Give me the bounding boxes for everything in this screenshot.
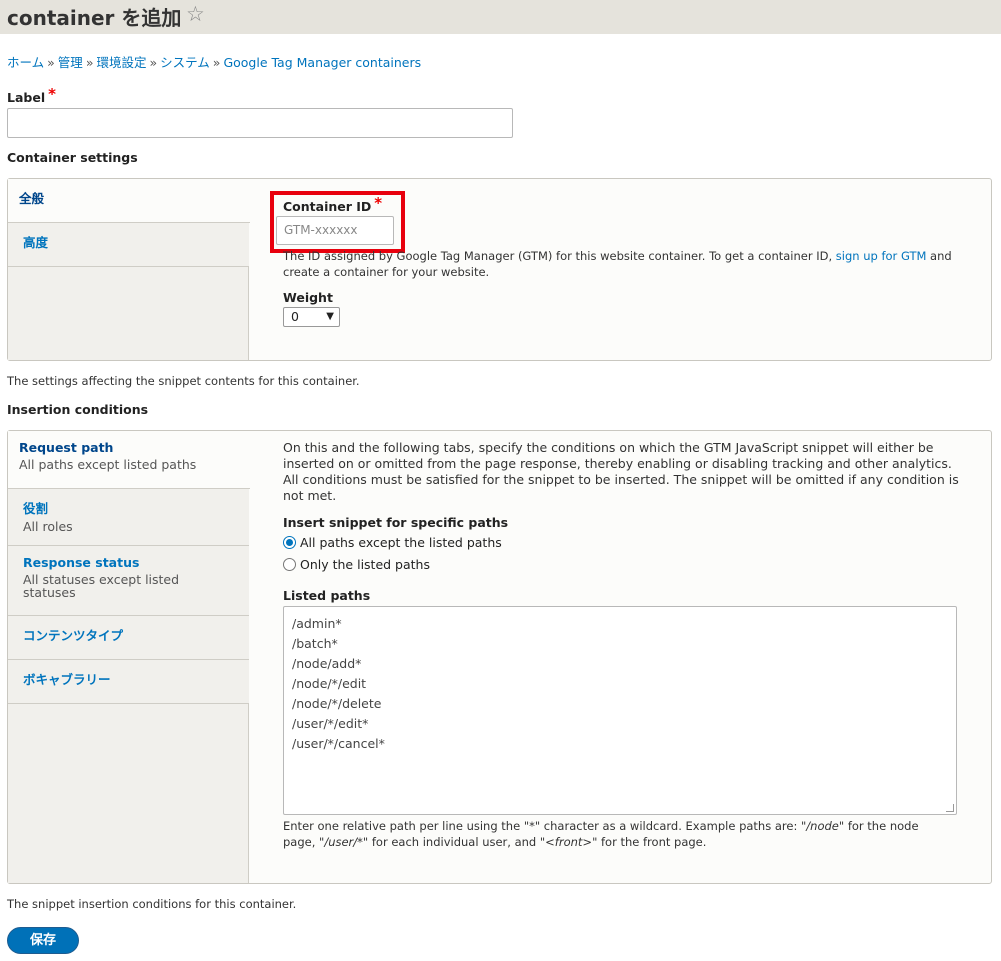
insertion-conditions-title: Insertion conditions — [7, 402, 149, 417]
label-text: Label — [7, 90, 46, 105]
help-text: Enter one relative path per line using t… — [283, 819, 807, 833]
listed-path-line: /node/add* — [292, 656, 362, 671]
weight-select-value: 0 — [291, 309, 299, 324]
listed-paths-help: Enter one relative path per line using t… — [283, 818, 953, 850]
star-outline-icon[interactable]: ☆ — [186, 2, 205, 26]
insertion-intro-text: On this and the following tabs, specify … — [283, 440, 959, 503]
breadcrumb-separator: » — [212, 55, 221, 70]
radio-unchecked-icon[interactable] — [283, 558, 296, 571]
help-example-front: <front> — [545, 835, 593, 849]
listed-path-line: /node/*/edit — [292, 676, 367, 691]
container-id-description-text: The ID assigned by Google Tag Manager (G… — [283, 249, 836, 263]
help-text: " for each individual user, and " — [362, 835, 546, 849]
breadcrumb-separator: » — [149, 55, 158, 70]
radio-checked-icon[interactable] — [283, 536, 296, 549]
tab-advanced[interactable]: 高度 — [8, 223, 249, 267]
listed-path-line: /user/*/edit* — [292, 716, 369, 731]
dropdown-arrow-icon: ▼ — [326, 311, 334, 322]
radio-all-except-listed[interactable]: All paths except the listed paths — [283, 535, 502, 550]
tab-content-types[interactable]: コンテンツタイプ — [8, 616, 249, 660]
tab-roles-summary: All roles — [23, 519, 73, 534]
help-example-user: /user/* — [324, 835, 363, 849]
help-example-node: /node — [806, 819, 839, 833]
breadcrumb-link-admin[interactable]: 管理 — [58, 55, 83, 70]
highlight-box — [270, 191, 405, 253]
required-marker: * — [48, 85, 56, 103]
listed-paths-textarea[interactable]: /admin* /batch* /node/add* /node/*/edit … — [283, 606, 957, 815]
tab-roles-label: 役割 — [23, 501, 49, 516]
tab-general[interactable]: 全般 — [8, 179, 250, 223]
breadcrumb-link-config[interactable]: 環境設定 — [96, 55, 146, 70]
radio-only-listed-label: Only the listed paths — [300, 557, 430, 572]
breadcrumb-separator: » — [85, 55, 94, 70]
label-field-label: Label * — [7, 85, 56, 106]
container-settings-title: Container settings — [7, 150, 138, 165]
tab-vocabularies[interactable]: ボキャブラリー — [8, 660, 249, 704]
tab-general-label: 全般 — [19, 191, 45, 206]
tab-request-path[interactable]: Request path All paths except listed pat… — [8, 431, 250, 489]
listed-paths-label: Listed paths — [283, 588, 371, 603]
sign-up-gtm-link[interactable]: sign up for GTM — [836, 249, 927, 263]
listed-path-line: /batch* — [292, 636, 338, 651]
listed-path-line: /admin* — [292, 616, 342, 631]
radio-only-listed[interactable]: Only the listed paths — [283, 557, 430, 572]
page-header: container を追加 ☆ — [0, 0, 1001, 34]
help-text: " for the front page. — [592, 835, 707, 849]
resize-grip-icon[interactable] — [946, 804, 954, 812]
weight-select[interactable]: 0 ▼ — [283, 307, 340, 327]
container-id-description: The ID assigned by Google Tag Manager (G… — [283, 248, 953, 280]
tab-request-path-summary: All paths except listed paths — [19, 457, 197, 472]
tab-request-path-label: Request path — [19, 440, 114, 455]
listed-path-line: /node/*/delete — [292, 696, 382, 711]
tab-advanced-label: 高度 — [23, 235, 49, 250]
breadcrumb-separator: » — [47, 55, 55, 70]
tab-response-status-label: Response status — [23, 555, 140, 570]
save-button[interactable]: 保存 — [7, 927, 79, 954]
insert-snippet-label: Insert snippet for specific paths — [283, 515, 509, 530]
container-settings-description: The settings affecting the snippet conte… — [7, 374, 360, 388]
tab-response-status[interactable]: Response status All statuses except list… — [8, 546, 249, 616]
weight-label: Weight — [283, 290, 333, 305]
label-input[interactable] — [7, 108, 513, 138]
listed-path-line: /user/*/cancel* — [292, 736, 385, 751]
tab-vocabularies-label: ボキャブラリー — [23, 672, 111, 687]
breadcrumb: ホーム» 管理» 環境設定» システム» Google Tag Manager cont… — [7, 52, 421, 71]
tab-roles[interactable]: 役割 All roles — [8, 489, 249, 546]
radio-all-except-listed-label: All paths except the listed paths — [300, 535, 502, 550]
insertion-conditions-description: The snippet insertion conditions for thi… — [7, 897, 297, 911]
tab-response-status-summary: All statuses except listed statuses — [23, 572, 180, 600]
tab-content-types-label: コンテンツタイプ — [23, 628, 124, 643]
breadcrumb-link-system[interactable]: システム — [160, 55, 210, 70]
page-title: container を追加 — [7, 6, 182, 30]
breadcrumb-link-home[interactable]: ホーム — [7, 55, 44, 70]
breadcrumb-link-gtm-containers[interactable]: Google Tag Manager containers — [223, 55, 421, 70]
